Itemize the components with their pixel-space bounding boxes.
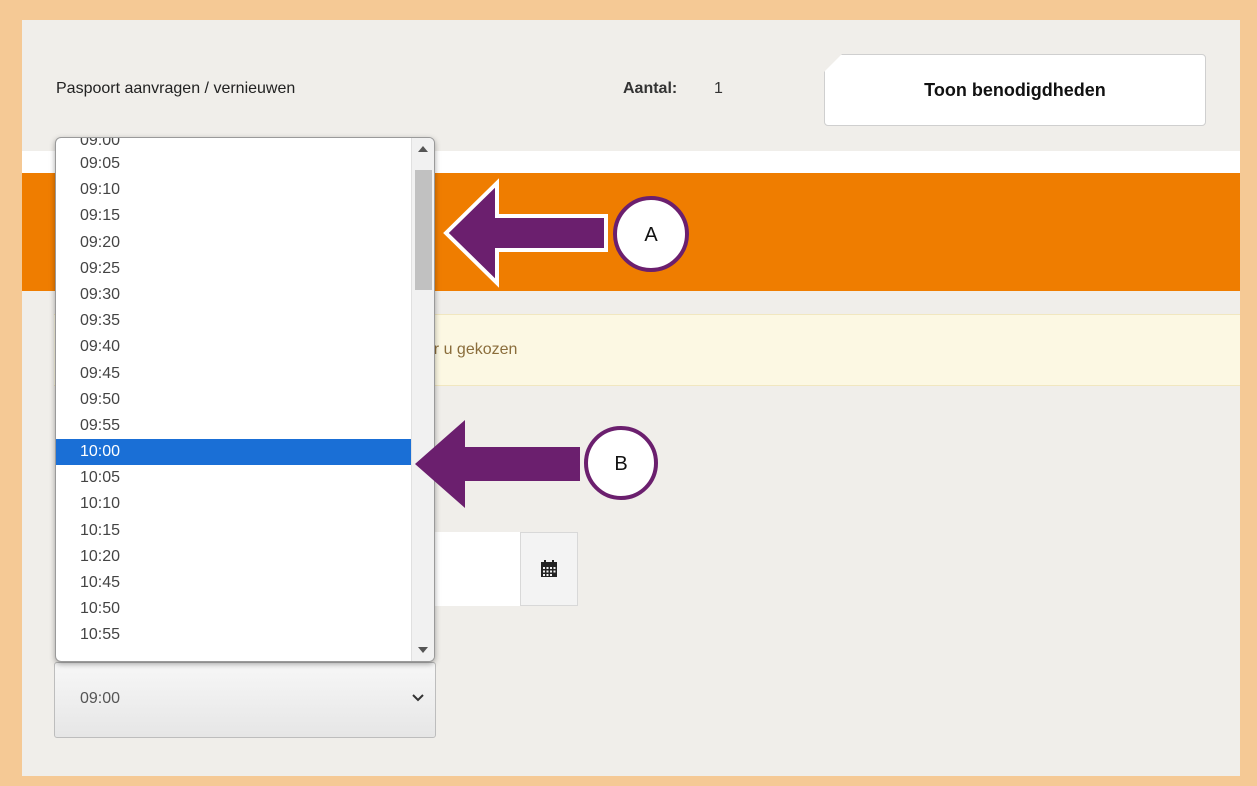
arrow-a-icon bbox=[443, 178, 608, 288]
annotation-overlay: A B bbox=[415, 178, 689, 508]
arrow-b-icon bbox=[415, 420, 580, 508]
annotation-a-label: A bbox=[644, 224, 658, 246]
annotation-b-label: B bbox=[614, 453, 627, 475]
